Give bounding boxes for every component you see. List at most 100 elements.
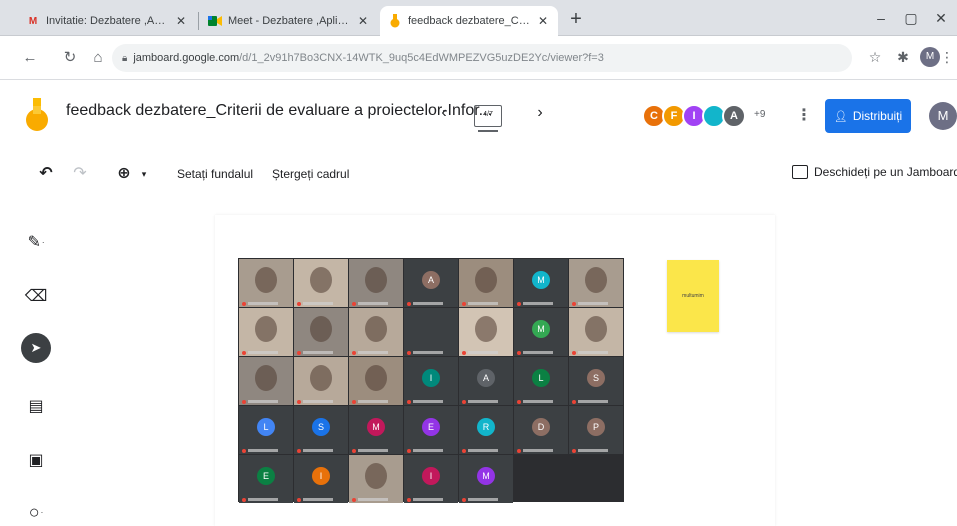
- participant-initial: L: [257, 418, 275, 436]
- participant-tile: R: [459, 406, 513, 454]
- muted-mic-icon: [297, 400, 301, 404]
- url-path: /d/1_2v91h7Bo3CNX-14WTK_9uq5c4EdWMPEZVG5…: [239, 52, 604, 64]
- participant-video: [255, 316, 277, 342]
- participant-tile: M: [459, 455, 513, 503]
- participant-video: [475, 267, 497, 293]
- participant-tile: A: [459, 357, 513, 405]
- sticky-note[interactable]: multumim: [667, 260, 719, 332]
- select-tool[interactable]: ➤: [21, 333, 51, 363]
- close-icon[interactable]: ✕: [174, 14, 188, 28]
- collaborator-avatar[interactable]: A: [722, 104, 746, 128]
- account-avatar[interactable]: M: [929, 102, 957, 130]
- previous-frame-button[interactable]: ‹: [434, 102, 454, 124]
- muted-mic-icon: [407, 351, 411, 355]
- tab-meet[interactable]: Meet - Dezbatere ,Aplicarea cri ✕: [200, 6, 378, 36]
- participant-initial: E: [422, 418, 440, 436]
- muted-mic-icon: [517, 351, 521, 355]
- browser-profile-avatar[interactable]: M: [920, 47, 940, 67]
- browser-menu-icon[interactable]: ⋮: [940, 46, 954, 68]
- participant-tile: M: [514, 308, 568, 356]
- participant-tile: [349, 357, 403, 405]
- participant-name: [413, 498, 443, 501]
- participant-name: [578, 449, 608, 452]
- sticky-note-tool[interactable]: ▤: [22, 392, 50, 420]
- undo-icon[interactable]: ↶: [36, 164, 56, 184]
- participant-tile: S: [294, 406, 348, 454]
- cursor-icon: ➤: [30, 340, 42, 355]
- participant-name: [248, 400, 278, 403]
- redo-icon[interactable]: ↷: [70, 164, 90, 184]
- muted-mic-icon: [297, 498, 301, 502]
- image-tool[interactable]: ▣: [22, 446, 50, 474]
- muted-mic-icon: [352, 302, 356, 306]
- participant-initial: M: [532, 320, 550, 338]
- tab-jamboard[interactable]: feedback dezbatere_Criterii de ✕: [380, 6, 558, 36]
- clear-frame-button[interactable]: Ștergeți cadrul: [272, 167, 349, 181]
- participant-tile: L: [514, 357, 568, 405]
- participant-name: [523, 351, 553, 354]
- participant-video: [310, 365, 332, 391]
- participant-name: [303, 302, 333, 305]
- participant-name: [468, 449, 498, 452]
- more-collaborators-count[interactable]: +9: [754, 109, 765, 120]
- restore-icon[interactable]: ▢: [896, 6, 926, 30]
- tab-invitation[interactable]: M Invitatie: Dezbatere ,Aplicarea c ✕: [18, 6, 196, 36]
- jamboard-logo-icon[interactable]: [26, 98, 48, 132]
- pen-icon: ✎: [27, 234, 41, 251]
- participant-name: [413, 351, 443, 354]
- participant-tile: L: [239, 406, 293, 454]
- back-arrow-icon[interactable]: ←: [18, 46, 42, 70]
- muted-mic-icon: [462, 302, 466, 306]
- tab-title: Meet - Dezbatere ,Aplicarea cri: [228, 15, 350, 27]
- sticky-note-text: multumim: [682, 293, 704, 299]
- board-title[interactable]: feedback dezbatere_Criterii de evaluare …: [66, 102, 492, 120]
- participant-tile: M: [349, 406, 403, 454]
- participant-video: [365, 267, 387, 293]
- close-icon[interactable]: ✕: [536, 14, 550, 28]
- participant-name: [358, 302, 388, 305]
- extensions-icon[interactable]: ✱: [892, 46, 914, 68]
- zoom-icon[interactable]: ⊕: [114, 164, 134, 184]
- jamboard-icon: [388, 14, 402, 28]
- participant-name: [413, 449, 443, 452]
- participant-tile: I: [294, 455, 348, 503]
- participant-initial: A: [422, 271, 440, 289]
- chevron-down-icon: ·: [41, 237, 45, 247]
- muted-mic-icon: [352, 498, 356, 502]
- participant-tile: [294, 357, 348, 405]
- close-window-icon[interactable]: ✕: [926, 6, 956, 30]
- eraser-icon: ⌫: [24, 288, 48, 305]
- gmail-icon: M: [28, 15, 38, 27]
- muted-mic-icon: [352, 400, 356, 404]
- muted-mic-icon: [407, 449, 411, 453]
- address-bar[interactable]: 🔒︎ jamboard.google.com/d/1_2v91h7Bo3CNX-…: [112, 44, 852, 72]
- more-options-icon[interactable]: ⋮: [796, 104, 812, 128]
- next-frame-button[interactable]: ›: [530, 102, 550, 124]
- participant-initial: L: [532, 369, 550, 387]
- reload-icon[interactable]: ↻: [58, 46, 82, 70]
- share-button[interactable]: 👤︎ Distribuiți: [825, 99, 911, 133]
- open-in-jamboard-button[interactable]: Deschideți pe un Jamboard: [792, 165, 957, 179]
- eraser-tool[interactable]: ⌫: [22, 282, 50, 310]
- home-icon[interactable]: ⌂: [86, 46, 110, 70]
- minimize-icon[interactable]: –: [866, 6, 896, 30]
- open-in-device-icon: [792, 165, 808, 179]
- chevron-down-icon: ·: [40, 507, 44, 517]
- tab-title: feedback dezbatere_Criterii de: [408, 15, 530, 27]
- new-tab-button[interactable]: +: [564, 8, 588, 32]
- chevron-down-icon[interactable]: ▾: [138, 164, 150, 184]
- close-icon[interactable]: ✕: [356, 14, 370, 28]
- participant-name: [468, 351, 498, 354]
- participant-tile: D: [514, 406, 568, 454]
- muted-mic-icon: [572, 351, 576, 355]
- set-background-button[interactable]: Setați fundalul: [177, 167, 253, 181]
- star-icon[interactable]: ☆: [864, 46, 886, 68]
- sticky-note-icon: ▤: [28, 398, 44, 415]
- meet-screenshot-image[interactable]: A M M I A L S L S M E R D P E I I M: [238, 258, 624, 503]
- frame-bar-toggle[interactable]: 4/7: [474, 105, 502, 132]
- muted-mic-icon: [352, 449, 356, 453]
- participant-tile: [294, 259, 348, 307]
- participant-initial: A: [477, 369, 495, 387]
- pen-tool[interactable]: ✎ ·: [22, 228, 50, 256]
- shape-tool[interactable]: ○ ·: [22, 498, 50, 526]
